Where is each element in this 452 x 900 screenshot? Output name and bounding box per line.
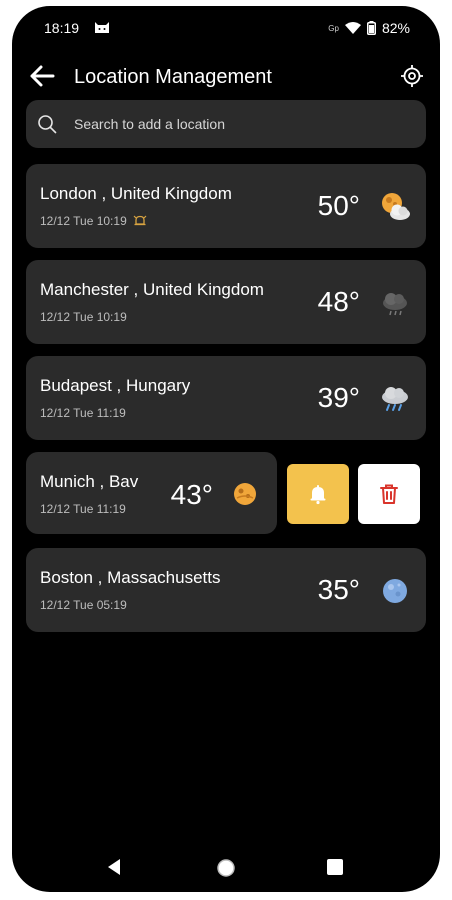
location-city: London , United Kingdom bbox=[40, 184, 232, 203]
nav-home-icon[interactable] bbox=[216, 858, 236, 878]
location-temperature: 50° bbox=[317, 190, 360, 221]
search-input[interactable] bbox=[74, 100, 404, 148]
location-city: Budapest , Hungary bbox=[40, 376, 191, 395]
location-datetime: 12/12 Tue 05:19 bbox=[40, 598, 127, 612]
location-card-boston[interactable]: Boston , Massachusetts 12/12 Tue 05:19 3… bbox=[26, 548, 426, 632]
back-arrow-icon[interactable] bbox=[28, 62, 56, 90]
bell-icon bbox=[310, 485, 326, 505]
location-temperature: 43° bbox=[170, 479, 213, 510]
location-datetime: 12/12 Tue 11:19 bbox=[40, 502, 126, 516]
location-city: Munich , Bav bbox=[40, 472, 139, 491]
rain-icon bbox=[382, 387, 408, 411]
location-datetime-text: 12/12 Tue 11:19 bbox=[40, 502, 126, 516]
trash-icon bbox=[380, 484, 398, 504]
location-datetime: 12/12 Tue 11:19 bbox=[40, 406, 126, 420]
locate-icon[interactable] bbox=[400, 64, 424, 88]
status-icons: Gp 82% bbox=[328, 20, 410, 36]
phone-screen: 18:19 Gp 82% Location Management Search … bbox=[12, 6, 440, 892]
status-bar: 18:19 Gp 82% bbox=[12, 6, 440, 46]
delete-location-button[interactable] bbox=[358, 464, 420, 524]
location-datetime: 12/12 Tue 10:19 bbox=[40, 214, 147, 228]
status-time: 18:19 bbox=[44, 20, 80, 36]
battery-percentage: 82% bbox=[381, 20, 410, 36]
location-card-manchester[interactable]: Manchester , United Kingdom 12/12 Tue 10… bbox=[26, 260, 426, 344]
partly-cloudy-icon bbox=[382, 193, 410, 220]
wifi-icon bbox=[344, 21, 361, 34]
location-temperature: 35° bbox=[317, 574, 360, 605]
sim-label: Gp bbox=[328, 23, 339, 33]
location-datetime-text: 12/12 Tue 10:19 bbox=[40, 214, 127, 228]
location-temperature: 48° bbox=[317, 286, 360, 317]
location-card-munich[interactable]: Munich , Bav 12/12 Tue 11:19 43° bbox=[26, 452, 277, 534]
location-temperature: 39° bbox=[317, 382, 360, 413]
battery-icon bbox=[366, 21, 376, 35]
location-card-budapest[interactable]: Budapest , Hungary 12/12 Tue 11:19 39° bbox=[26, 356, 426, 440]
app-header: Location Management bbox=[12, 54, 440, 98]
hazy-sun-icon bbox=[234, 483, 256, 505]
search-bar[interactable] bbox=[26, 100, 426, 148]
location-city: Manchester , United Kingdom bbox=[40, 280, 264, 299]
nav-recents-icon[interactable] bbox=[326, 858, 344, 876]
cloud-rain-icon bbox=[383, 293, 407, 316]
nav-back-icon[interactable] bbox=[106, 858, 122, 876]
moon-icon bbox=[383, 579, 407, 603]
search-icon bbox=[38, 115, 57, 134]
location-datetime-text: 12/12 Tue 05:19 bbox=[40, 598, 127, 612]
location-datetime-text: 12/12 Tue 11:19 bbox=[40, 406, 126, 420]
page-title: Location Management bbox=[74, 66, 272, 88]
location-city: Boston , Massachusetts bbox=[40, 568, 221, 587]
cat-notification-icon bbox=[95, 22, 109, 33]
location-card-london[interactable]: London , United Kingdom 12/12 Tue 10:19 … bbox=[26, 164, 426, 248]
location-datetime: 12/12 Tue 10:19 bbox=[40, 310, 127, 324]
alarm-bell-icon bbox=[133, 215, 147, 226]
weather-alert-button[interactable] bbox=[287, 464, 349, 524]
system-nav-bar bbox=[12, 846, 440, 886]
location-datetime-text: 12/12 Tue 10:19 bbox=[40, 310, 127, 324]
